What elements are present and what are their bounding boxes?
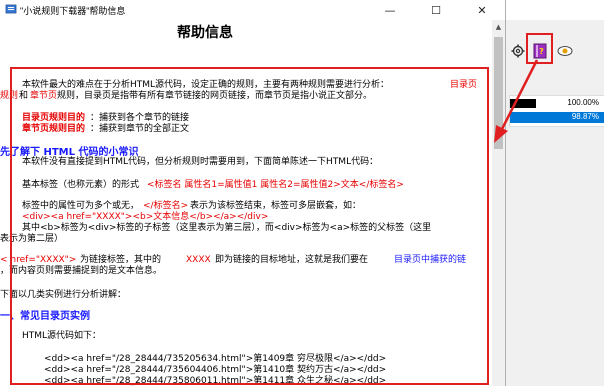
scroll-up-arrow-icon[interactable]: ▲: [492, 20, 505, 34]
progress-percent: 98.87%: [571, 112, 599, 121]
progress-percent: 100.00%: [567, 98, 599, 107]
annotation-box: [10, 67, 489, 385]
maximize-button[interactable]: ☐: [413, 0, 459, 20]
minimize-icon: —: [384, 3, 396, 17]
minimize-button[interactable]: —: [367, 0, 413, 20]
eye-icon: [557, 46, 573, 56]
close-button[interactable]: ✕: [459, 0, 505, 20]
maximize-icon: ☐: [431, 3, 441, 17]
help-content: 帮助信息 本软件最大的难点在于分析HTML源代码，设定正确的规则，主要有两种规则…: [0, 20, 492, 386]
app-icon: [5, 4, 17, 14]
close-icon: ✕: [477, 3, 487, 17]
background-app-titlebar: [505, 0, 604, 20]
page-title: 帮助信息: [177, 25, 233, 41]
help-window: "小说规则下载器"帮助信息 — ☐ ✕ 帮助信息 本软件最大的难点在于分析HTM…: [0, 0, 506, 386]
annotation-arrow-icon: [494, 59, 539, 143]
eye-button[interactable]: [555, 41, 575, 61]
window-title: "小说规则下载器"帮助信息: [20, 6, 126, 16]
window-titlebar[interactable]: "小说规则下载器"帮助信息 — ☐ ✕: [0, 0, 505, 20]
